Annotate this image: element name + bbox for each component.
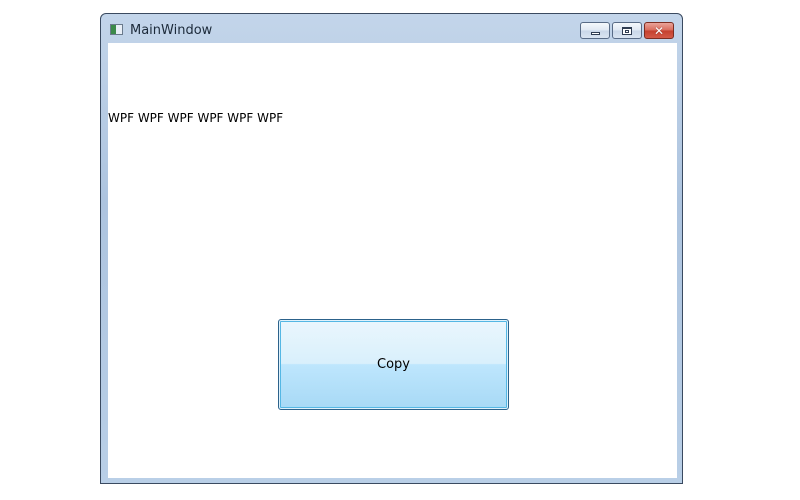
- main-window: MainWindow ✕ WPF WPF WPF WPF WPF WPF Cop…: [100, 13, 683, 484]
- caption-buttons: ✕: [578, 22, 674, 40]
- copy-button-label: Copy: [377, 357, 410, 372]
- app-icon[interactable]: [110, 24, 123, 35]
- close-icon: ✕: [653, 23, 665, 38]
- maximize-icon: [622, 26, 632, 35]
- minimize-icon: [590, 32, 600, 35]
- maximize-button[interactable]: [612, 22, 642, 39]
- copy-button[interactable]: Copy: [278, 319, 509, 410]
- client-area: WPF WPF WPF WPF WPF WPF Copy: [108, 43, 677, 478]
- window-title: MainWindow: [130, 23, 213, 38]
- title-bar[interactable]: MainWindow ✕: [101, 14, 682, 44]
- close-button[interactable]: ✕: [644, 22, 674, 39]
- text-label: WPF WPF WPF WPF WPF WPF: [108, 111, 284, 125]
- minimize-button[interactable]: [580, 22, 610, 39]
